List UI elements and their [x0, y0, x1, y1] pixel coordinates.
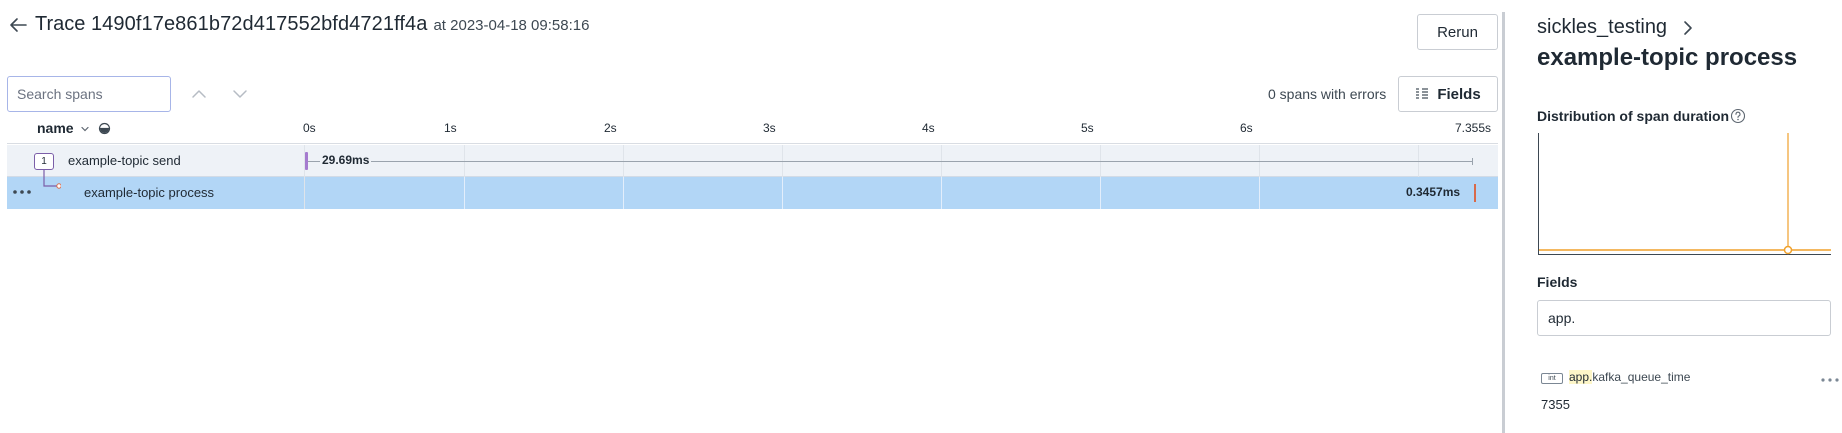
- span-bar[interactable]: [305, 152, 308, 170]
- fields-button[interactable]: Fields: [1398, 76, 1498, 112]
- trace-panel: Trace 1490f17e861b72d417552bfd4721ff4a a…: [0, 0, 1500, 433]
- time-tick: 6s: [1240, 121, 1253, 135]
- back-arrow-icon[interactable]: [7, 14, 29, 36]
- trace-title-prefix: Trace: [35, 13, 86, 35]
- trace-timestamp: at 2023-04-18 09:58:16: [433, 17, 590, 34]
- span-duration: 0.3457ms: [1406, 185, 1461, 199]
- time-tick: 4s: [922, 121, 935, 135]
- duration-distribution-chart[interactable]: [1538, 133, 1831, 255]
- time-tick: 0s: [303, 121, 316, 135]
- span-duration: 29.69ms: [320, 153, 372, 167]
- time-tick: 7.355s: [1455, 121, 1492, 135]
- field-value: 7355: [1541, 397, 1570, 412]
- span-name: example-topic send: [68, 153, 181, 168]
- field-filter-input[interactable]: [1537, 300, 1831, 336]
- page-title: Trace 1490f17e861b72d417552bfd4721ff4a: [35, 13, 427, 36]
- span-bar[interactable]: [1474, 184, 1476, 202]
- header-divider: [7, 143, 1498, 144]
- chevron-right-icon[interactable]: [1680, 18, 1696, 38]
- field-options-icon[interactable]: [1819, 375, 1842, 385]
- field-type-badge: int: [1541, 373, 1563, 384]
- field-key-highlight: app.: [1569, 370, 1593, 384]
- fields-section-label: Fields: [1537, 274, 1578, 290]
- time-tick: 1s: [444, 121, 457, 135]
- time-tick: 5s: [1081, 121, 1094, 135]
- chevron-up-icon[interactable]: [189, 84, 209, 104]
- span-name: example-topic process: [84, 185, 215, 200]
- span-detail-panel: sickles_testing example-topic process Di…: [1505, 0, 1842, 433]
- time-tick: 2s: [604, 121, 617, 135]
- tree-connector: [43, 170, 61, 189]
- chevron-down-icon[interactable]: [230, 84, 250, 104]
- trace-id: 1490f17e861b72d417552bfd4721ff4a: [90, 13, 428, 35]
- more-options-icon[interactable]: [11, 184, 33, 200]
- field-key: app.kafka_queue_time: [1569, 370, 1690, 384]
- span-title: example-topic process: [1537, 44, 1798, 71]
- column-header-name[interactable]: name: [37, 120, 74, 136]
- hide-column-icon[interactable]: [98, 122, 111, 135]
- child-count-badge[interactable]: 1: [34, 153, 54, 170]
- trace-title-row: Trace 1490f17e861b72d417552bfd4721ff4a a…: [35, 13, 589, 36]
- distribution-label: Distribution of span duration: [1537, 108, 1730, 124]
- rerun-button[interactable]: Rerun: [1417, 14, 1498, 50]
- span-extent-line: [308, 161, 1472, 162]
- errors-count: 0 spans with errors: [1268, 86, 1387, 102]
- fields-button-label: Fields: [1437, 85, 1481, 103]
- help-icon[interactable]: [1730, 108, 1746, 124]
- span-extent-end: [1472, 158, 1473, 165]
- table-row-selected[interactable]: [7, 177, 1498, 209]
- fields-list-icon: [1416, 88, 1429, 99]
- search-spans-input[interactable]: [7, 76, 171, 112]
- field-key-rest: kafka_queue_time: [1592, 370, 1691, 384]
- service-name-link[interactable]: sickles_testing: [1537, 16, 1667, 39]
- sort-chevron-icon[interactable]: [79, 123, 91, 135]
- time-tick: 3s: [763, 121, 776, 135]
- trace-view: Trace 1490f17e861b72d417552bfd4721ff4a a…: [0, 0, 1842, 433]
